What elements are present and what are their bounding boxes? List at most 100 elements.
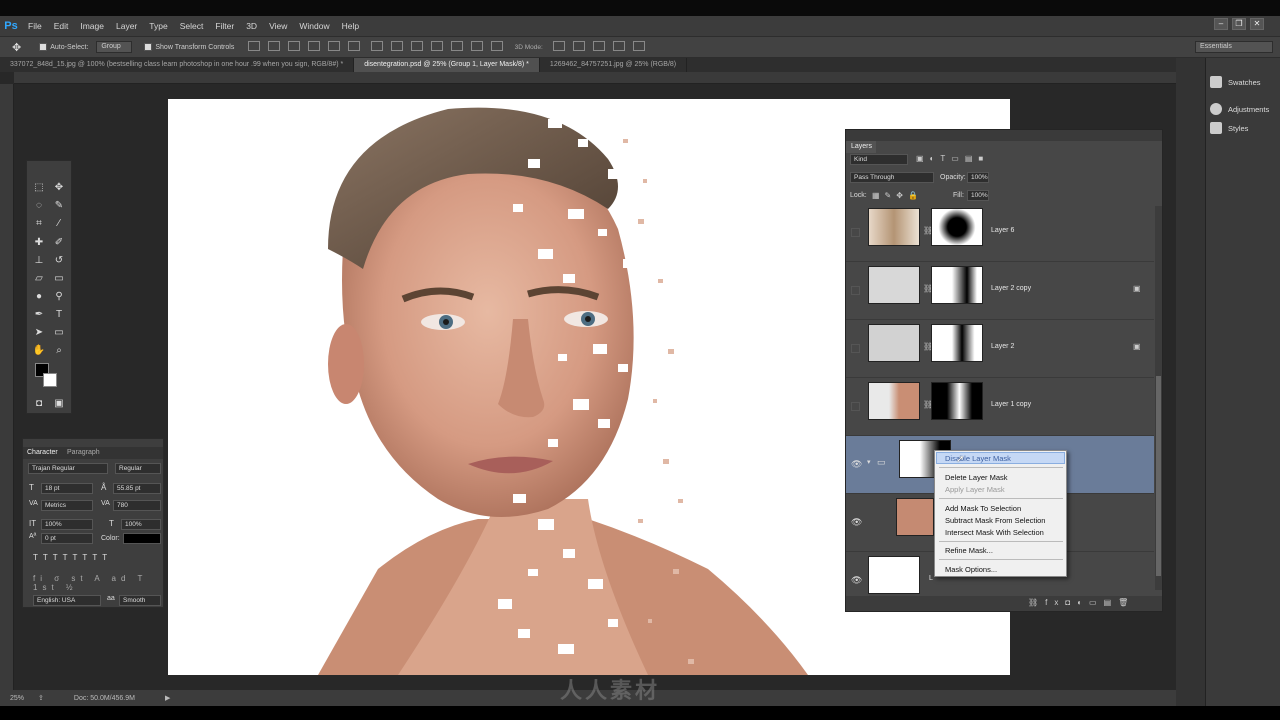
layer-mask-thumbnail[interactable] [931, 324, 983, 362]
menu-item-intersect-mask-with-selection[interactable]: Intersect Mask With Selection [945, 528, 1044, 537]
quick-mask-icon[interactable]: ◘ [31, 397, 47, 411]
eyedropper-tool-icon[interactable]: ⁄ [51, 217, 67, 231]
workspace-dropdown[interactable]: Essentials [1195, 41, 1273, 53]
gradient-tool-icon[interactable]: ▭ [51, 272, 67, 286]
font-size-field[interactable]: 18 pt [41, 483, 93, 494]
tab-paragraph[interactable]: Paragraph [67, 449, 100, 456]
show-transform-checkbox[interactable] [144, 43, 153, 51]
eye-icon[interactable]: 👁 [851, 459, 862, 469]
align-right-icon[interactable] [348, 41, 361, 51]
layer-thumbnail[interactable] [868, 556, 920, 594]
layer-thumbnail[interactable] [868, 324, 920, 362]
document-size[interactable]: Doc: 50.0M/456.9M [74, 695, 135, 702]
dodge-tool-icon[interactable]: ⚲ [51, 290, 67, 304]
eye-icon[interactable]: 👁 [851, 575, 862, 585]
menu-3d[interactable]: 3D [240, 21, 263, 31]
tab-character[interactable]: Character [27, 449, 58, 456]
marquee-tool-icon[interactable]: ⬚ [31, 181, 47, 195]
crop-tool-icon[interactable]: ⌗ [31, 217, 47, 231]
clone-stamp-tool-icon[interactable]: ⊥ [31, 254, 47, 268]
move-tool-icon[interactable]: ✥ [51, 181, 67, 195]
export-icon[interactable]: ⇪ [38, 694, 44, 702]
menu-edit[interactable]: Edit [48, 21, 75, 31]
visibility-toggle[interactable] [851, 286, 860, 295]
3d-slide-icon[interactable] [612, 41, 625, 51]
status-menu-arrow-icon[interactable]: ▶ [165, 694, 170, 702]
layer-row[interactable]: ⛓ Layer 6 [846, 204, 1154, 262]
layer-name[interactable]: Layer 6 [991, 227, 1014, 234]
menu-view[interactable]: View [263, 21, 293, 31]
minimize-icon[interactable]: ‒ [1214, 18, 1228, 30]
3d-roll-icon[interactable] [572, 41, 585, 51]
tab-document-2[interactable]: disentegration.psd @ 25% (Group 1, Layer… [354, 58, 540, 72]
layer-name[interactable]: L [929, 575, 933, 582]
hand-tool-icon[interactable]: ✋ [31, 344, 47, 358]
font-family-select[interactable]: Trajan Regular [28, 463, 108, 474]
path-select-tool-icon[interactable]: ➤ [31, 326, 47, 340]
pen-tool-icon[interactable]: ✒ [31, 308, 47, 322]
styles-panel-button[interactable]: Styles [1210, 122, 1248, 134]
vertical-scale-field[interactable]: 100% [41, 519, 93, 530]
align-middle-icon[interactable] [268, 41, 281, 51]
baseline-shift-field[interactable]: 0 pt [41, 533, 93, 544]
distribute-right-icon[interactable] [470, 41, 483, 51]
3d-rotate-icon[interactable] [552, 41, 565, 51]
3d-pan-icon[interactable] [592, 41, 605, 51]
tab-document-3[interactable]: 1269462_84757251.jpg @ 25% (RGB/8) [540, 58, 688, 72]
type-tool-icon[interactable]: T [51, 308, 67, 322]
font-style-select[interactable]: Regular [115, 463, 161, 474]
3d-scale-icon[interactable] [632, 41, 645, 51]
tab-document-1[interactable]: 337072_848d_15.jpg @ 100% (bestselling c… [0, 58, 355, 72]
healing-brush-tool-icon[interactable]: ✚ [31, 236, 47, 250]
text-color-swatch[interactable] [123, 533, 161, 544]
horizontal-scale-field[interactable]: 100% [121, 519, 161, 530]
visibility-toggle[interactable] [851, 344, 860, 353]
menu-layer[interactable]: Layer [110, 21, 143, 31]
layer-name[interactable]: Layer 1 copy [991, 401, 1031, 408]
menu-help[interactable]: Help [336, 21, 365, 31]
menu-select[interactable]: Select [174, 21, 210, 31]
layer-row[interactable]: ⛓ Layer 2 ▣ [846, 320, 1154, 378]
zoom-level[interactable]: 25% [10, 695, 24, 702]
align-left-icon[interactable] [308, 41, 321, 51]
distribute-middle-icon[interactable] [390, 41, 403, 51]
eye-icon[interactable]: 👁 [851, 517, 862, 527]
quick-select-tool-icon[interactable]: ✎ [51, 199, 67, 213]
layer-row[interactable]: ⛓ Layer 1 copy [846, 378, 1154, 436]
filter-kind-select[interactable]: Kind [850, 154, 908, 165]
kerning-field[interactable]: Metrics [41, 500, 93, 511]
layer-thumbnail[interactable] [868, 266, 920, 304]
layer-filter-icons[interactable]: ▣◐T▭▤■ [916, 154, 989, 163]
move-tool-icon[interactable]: ✥ [12, 41, 21, 54]
leading-field[interactable]: 55.85 pt [113, 483, 161, 494]
layer-thumbnail[interactable] [868, 382, 920, 420]
opentype-buttons[interactable]: fi σ st A ad T 1st ½ [33, 574, 157, 592]
align-center-icon[interactable] [328, 41, 341, 51]
visibility-toggle[interactable] [851, 402, 860, 411]
layer-mask-thumbnail[interactable] [931, 208, 983, 246]
blend-mode-select[interactable]: Pass Through [850, 172, 934, 183]
tracking-field[interactable]: 780 [113, 500, 161, 511]
shape-tool-icon[interactable]: ▭ [51, 326, 67, 340]
history-brush-tool-icon[interactable]: ↺ [51, 254, 67, 268]
lock-icons[interactable]: ▦✎✥🔒 [872, 191, 923, 200]
blur-tool-icon[interactable]: ● [31, 290, 47, 304]
menu-image[interactable]: Image [74, 21, 110, 31]
layer-thumbnail[interactable] [868, 208, 920, 246]
close-icon[interactable]: ✕ [1250, 18, 1264, 30]
scrollbar-thumb[interactable] [1156, 376, 1161, 576]
menu-filter[interactable]: Filter [209, 21, 240, 31]
distribute-bottom-icon[interactable] [410, 41, 423, 51]
menu-type[interactable]: Type [143, 21, 173, 31]
auto-select-checkbox[interactable] [39, 43, 48, 51]
adjustments-panel-button[interactable]: Adjustments [1210, 103, 1269, 115]
align-bottom-icon[interactable] [288, 41, 301, 51]
zoom-tool-icon[interactable]: ⌕ [51, 344, 67, 358]
distribute-center-icon[interactable] [450, 41, 463, 51]
layers-scrollbar[interactable] [1155, 206, 1162, 590]
type-style-buttons[interactable]: TTTTTTTT [33, 553, 157, 562]
menu-item-delete-layer-mask[interactable]: Delete Layer Mask [945, 473, 1008, 482]
layer-thumbnail[interactable] [896, 498, 934, 536]
antialias-select[interactable]: Smooth [119, 595, 161, 606]
layer-name[interactable]: Layer 2 copy [991, 285, 1031, 292]
